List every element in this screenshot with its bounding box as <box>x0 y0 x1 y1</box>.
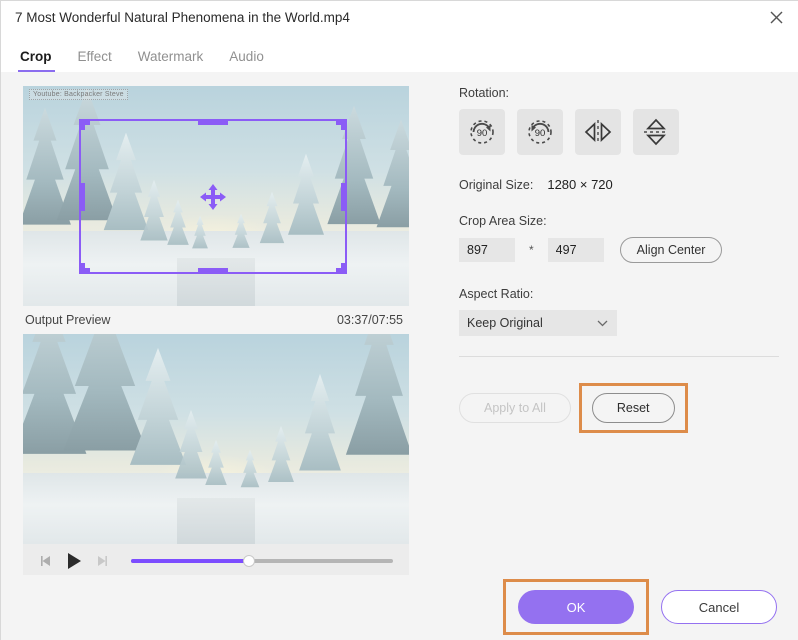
tab-bar: Crop Effect Watermark Audio <box>1 33 798 72</box>
rotation-buttons: 90 90 <box>459 109 779 155</box>
close-icon[interactable] <box>753 1 798 33</box>
close-glyph <box>770 11 783 24</box>
aspect-ratio-label: Aspect Ratio: <box>459 287 779 301</box>
next-frame-icon[interactable] <box>89 548 115 574</box>
reset-button[interactable]: Reset <box>592 393 675 423</box>
video-watermark: Youtube: Backpacker Steve <box>29 89 128 100</box>
preview-column: Youtube: Backpacker Steve <box>23 86 409 578</box>
svg-text:90: 90 <box>535 128 546 139</box>
output-preview-label: Output Preview <box>25 313 110 327</box>
settings-panel: Rotation: 90 90 <box>459 86 779 433</box>
reset-highlight-box: Reset <box>579 383 688 433</box>
slider-fill <box>131 559 249 563</box>
crop-size-inputs: * Align Center <box>459 237 779 263</box>
aspect-ratio-value: Keep Original <box>467 316 543 330</box>
output-video-preview[interactable] <box>23 334 409 544</box>
rotate-left-90-icon: 90 <box>525 117 555 147</box>
panel-divider <box>459 356 779 357</box>
align-center-button[interactable]: Align Center <box>620 237 723 263</box>
crop-handle-right-middle[interactable] <box>341 183 347 211</box>
original-size-row: Original Size: 1280 × 720 <box>459 177 779 192</box>
rotate-left-90-button[interactable]: 90 <box>517 109 563 155</box>
flip-vertical-button[interactable] <box>633 109 679 155</box>
aspect-ratio-select[interactable]: Keep Original <box>459 310 617 336</box>
source-video-preview[interactable]: Youtube: Backpacker Steve <box>23 86 409 306</box>
next-frame-glyph <box>95 554 109 568</box>
rotation-label: Rotation: <box>459 86 779 100</box>
crop-handle-bottom-right[interactable] <box>341 263 347 274</box>
player-controls <box>23 544 409 578</box>
play-glyph <box>65 552 83 570</box>
svg-text:90: 90 <box>477 128 488 139</box>
crop-handle-top-left[interactable] <box>79 119 85 130</box>
previous-frame-icon[interactable] <box>33 548 59 574</box>
original-size-value: 1280 × 720 <box>547 177 612 192</box>
crop-handle-top-right[interactable] <box>341 119 347 130</box>
snow-road <box>177 498 254 544</box>
rotate-right-90-icon: 90 <box>467 117 497 147</box>
crop-handle-top-middle[interactable] <box>198 119 228 125</box>
flip-horizontal-button[interactable] <box>575 109 621 155</box>
panel-actions: Apply to All Reset <box>459 383 779 433</box>
crop-handle-bottom-left[interactable] <box>79 263 85 274</box>
flip-horizontal-icon <box>583 117 613 147</box>
crop-handle-left-middle[interactable] <box>79 183 85 211</box>
output-preview-header: Output Preview 03:37/07:55 <box>23 306 409 334</box>
crop-handle-bottom-middle[interactable] <box>198 268 228 274</box>
output-scene <box>23 334 409 544</box>
flip-vertical-icon <box>641 117 671 147</box>
chevron-down-icon <box>597 316 608 330</box>
move-cursor-icon[interactable] <box>198 182 228 212</box>
cancel-button[interactable]: Cancel <box>661 590 777 624</box>
ok-button[interactable]: OK <box>518 590 634 624</box>
crop-width-input[interactable] <box>459 238 515 262</box>
tab-watermark[interactable]: Watermark <box>125 50 217 73</box>
crop-height-input[interactable] <box>548 238 604 262</box>
chevron-down-glyph <box>597 320 608 327</box>
previous-frame-glyph <box>39 554 53 568</box>
play-icon[interactable] <box>59 548 89 574</box>
title-bar: 7 Most Wonderful Natural Phenomena in th… <box>1 1 798 33</box>
move-arrows-glyph <box>198 182 228 212</box>
original-size-label: Original Size: <box>459 178 533 192</box>
multiply-symbol: * <box>529 243 534 257</box>
page-title: 7 Most Wonderful Natural Phenomena in th… <box>15 10 350 25</box>
tab-audio[interactable]: Audio <box>216 50 277 73</box>
rotate-right-90-button[interactable]: 90 <box>459 109 505 155</box>
ok-highlight-box: OK <box>503 579 649 635</box>
dialog-footer: OK Cancel <box>1 575 798 639</box>
apply-to-all-button[interactable]: Apply to All <box>459 393 571 423</box>
playback-timestamp: 03:37/07:55 <box>337 313 403 327</box>
crop-area-size-label: Crop Area Size: <box>459 214 779 228</box>
tab-effect[interactable]: Effect <box>65 50 125 73</box>
playback-slider[interactable] <box>131 554 393 568</box>
crop-selection-box[interactable] <box>79 119 347 274</box>
tab-crop[interactable]: Crop <box>16 50 65 73</box>
dialog-content: Youtube: Backpacker Steve <box>1 72 798 640</box>
crop-dialog-window: 7 Most Wonderful Natural Phenomena in th… <box>0 0 798 640</box>
slider-knob[interactable] <box>243 555 255 567</box>
